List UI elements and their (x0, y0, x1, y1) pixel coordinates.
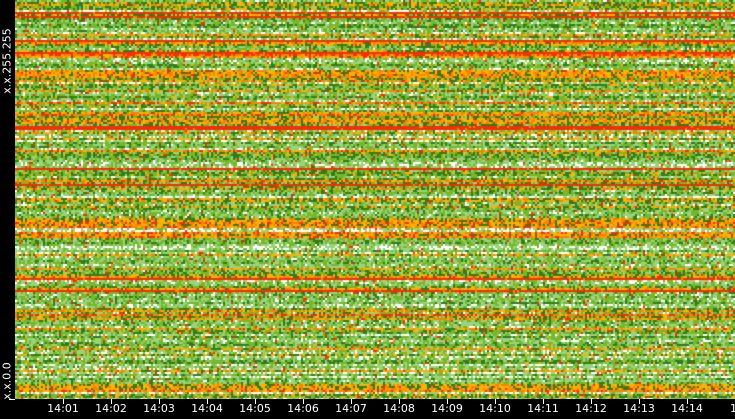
y-label-bottom: x.x.0.0 (0, 362, 14, 400)
x-tick-label: 14:10 (479, 402, 511, 415)
x-tick-label: 14:09 (431, 402, 463, 415)
x-tick-label: 14:07 (335, 402, 367, 415)
x-tick-label: 14:12 (575, 402, 607, 415)
heatmap-canvas (15, 0, 735, 399)
y-tick (9, 399, 15, 400)
x-tick-label: 14:05 (239, 402, 271, 415)
y-label-top: x.x.255.255 (0, 28, 14, 94)
x-tick-label: 14:08 (383, 402, 415, 415)
x-tick-label: 14:02 (95, 402, 127, 415)
x-tick-label: 14:11 (527, 402, 559, 415)
x-tick-label: 14:13 (623, 402, 655, 415)
x-tick-label: 14:01 (47, 402, 79, 415)
x-tick-label: 14 (730, 402, 735, 415)
x-tick-label: 14:14 (671, 402, 703, 415)
x-tick-label: 14:06 (287, 402, 319, 415)
x-tick-label: 14:04 (191, 402, 223, 415)
x-tick-label: 14:03 (143, 402, 175, 415)
